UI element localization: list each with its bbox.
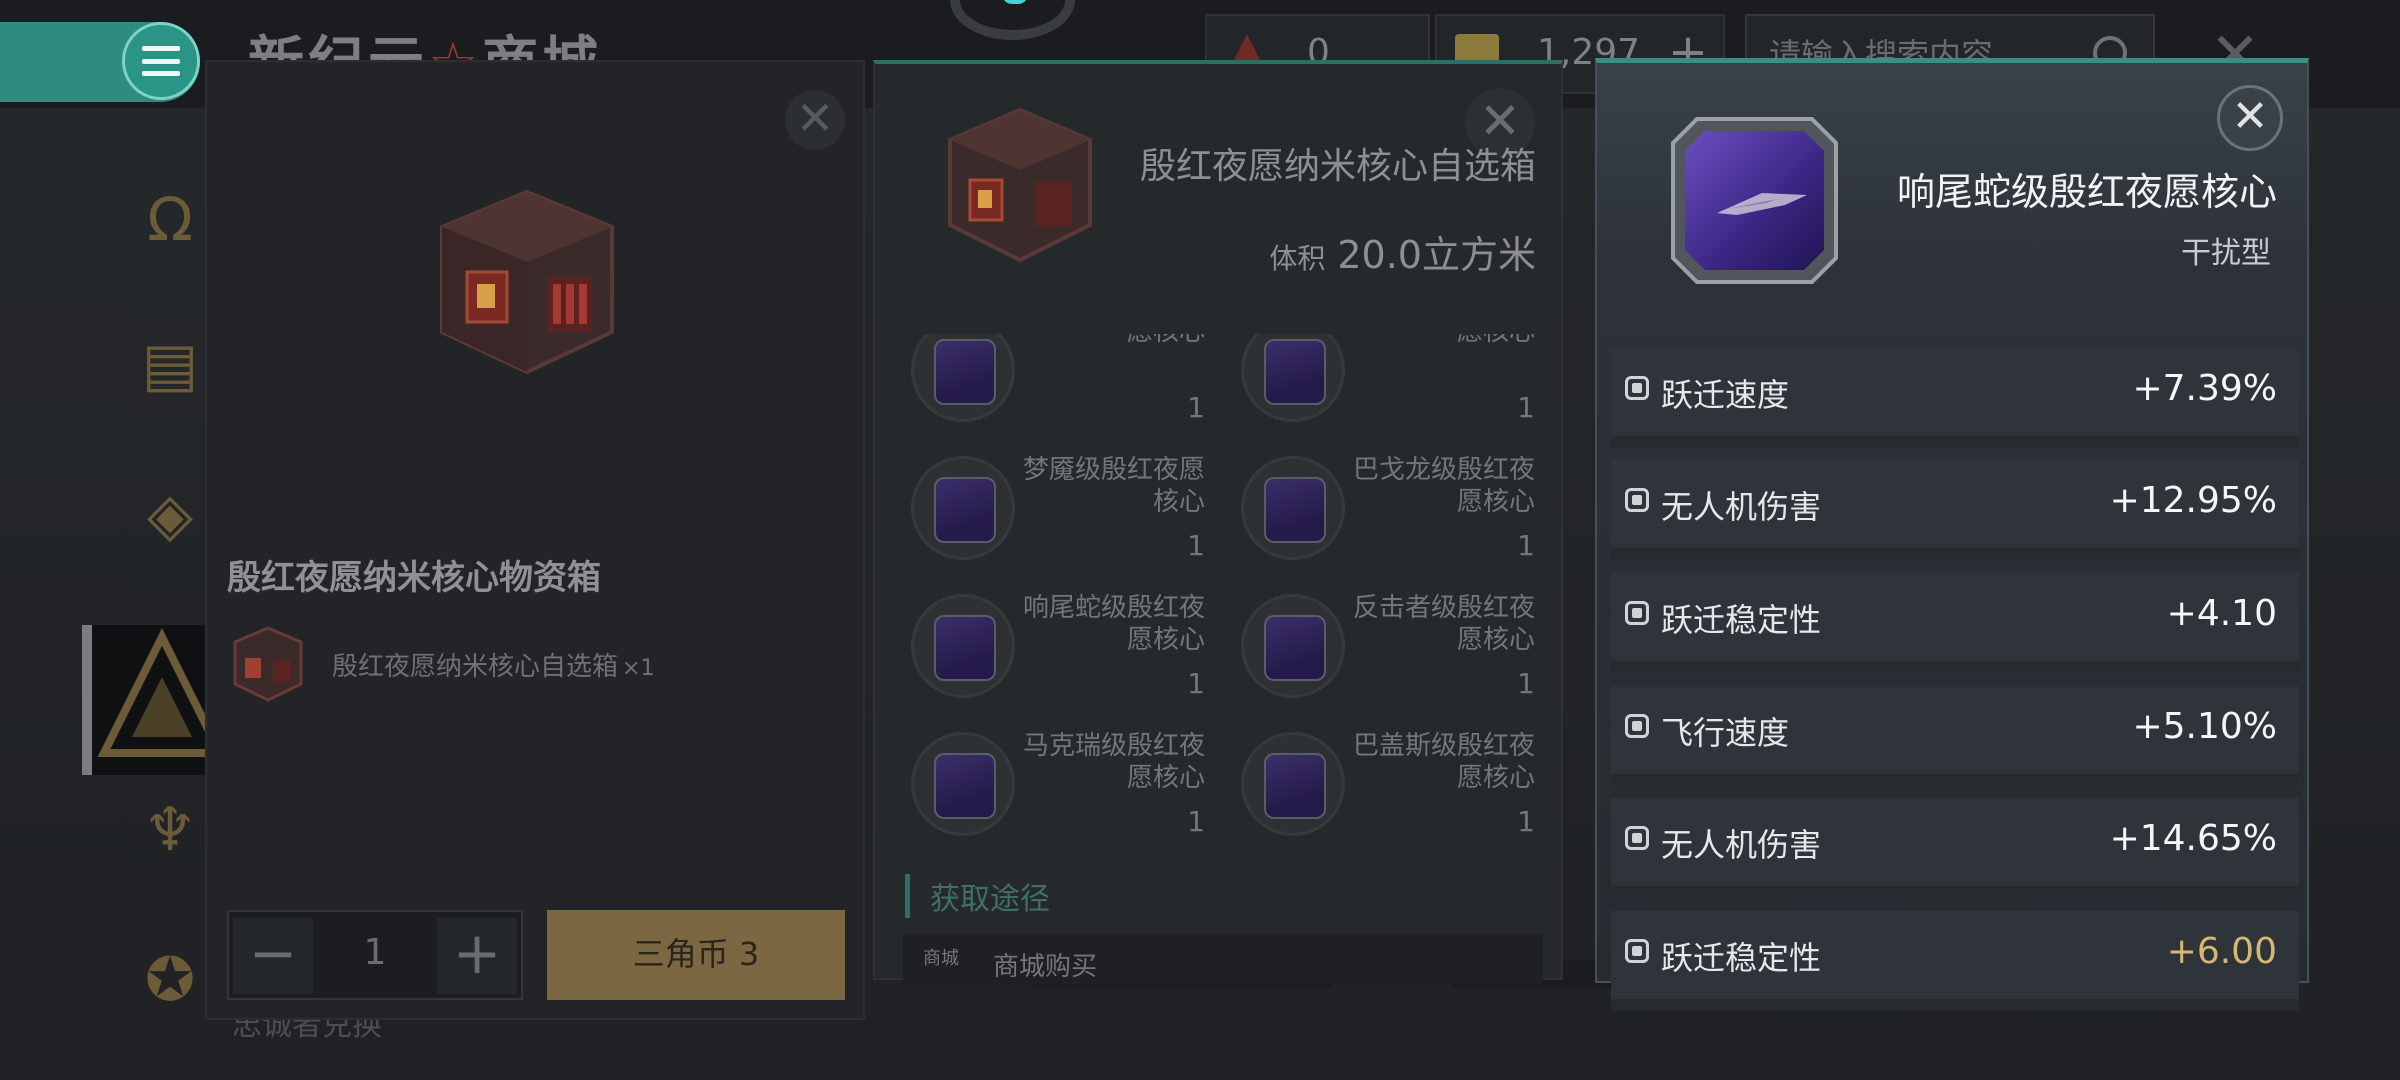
choice-count: 1 — [1187, 805, 1205, 838]
side-nav: Ω ▤ ◈ ♆ ✪ — [80, 130, 220, 1080]
acquire-row[interactable]: 商城 商城购买 — [903, 934, 1543, 984]
core-slot-icon — [1241, 732, 1345, 836]
stat-label: 无人机伤害 — [1661, 488, 1822, 526]
core-type: 干扰型 — [2181, 236, 2271, 271]
crate-thumbnail-icon — [233, 626, 303, 702]
stat-bullet-icon — [1625, 376, 1649, 400]
choice-item[interactable]: 马克瑞级殷红夜愿核心 1 — [895, 718, 1215, 846]
stat-value: +5.10% — [2132, 706, 2277, 747]
choice-name: 梦魇级殷红夜愿核心 — [1022, 455, 1205, 517]
stat-label: 无人机伤害 — [1661, 826, 1822, 864]
item-name: 殷红夜愿纳米核心物资箱 — [227, 558, 601, 598]
core-slot-icon — [911, 456, 1015, 560]
choice-name: 愿核心 — [1345, 334, 1535, 348]
choice-item[interactable]: 愿核心 1 — [895, 334, 1215, 432]
core-slot-icon — [911, 334, 1015, 422]
contents-qty: ×1 — [622, 656, 655, 681]
stat-label: 飞行速度 — [1661, 714, 1790, 752]
stat-row: 无人机伤害 +12.95% — [1611, 460, 2299, 560]
core-slot-icon — [1241, 456, 1345, 560]
core-name: 响尾蛇级殷红夜愿核心 — [1896, 170, 2277, 214]
core-detail-panel: ✕ 响尾蛇级殷红夜愿核心 干扰型 跃迁速度 +7.39% 无人机伤害 +12.9… — [1595, 58, 2309, 1011]
shop-badge-icon: 商城 — [923, 948, 959, 969]
choice-count: 1 — [1517, 667, 1535, 700]
stat-row: 跃迁速度 +7.39% — [1611, 348, 2299, 448]
choice-count: 1 — [1187, 391, 1205, 424]
top-ring-indicator[interactable] — [950, 0, 1075, 40]
supply-crate-image — [417, 172, 637, 392]
core-slot-icon — [1241, 594, 1345, 698]
stat-value: +7.39% — [2132, 368, 2277, 409]
core-image — [1671, 117, 1838, 284]
menu-icon — [142, 46, 180, 76]
stat-bullet-icon — [1625, 714, 1649, 738]
quantity-value[interactable]: 1 — [325, 932, 425, 973]
item-contents-row: 殷红夜愿纳米核心自选箱 ×1 — [227, 622, 827, 712]
choice-name: 愿核心 — [1015, 334, 1205, 348]
contents-name: 殷红夜愿纳米核心自选箱 — [332, 652, 619, 682]
stat-value: +14.65% — [2109, 818, 2277, 859]
item-box-panel: ✕ 殷红夜愿纳米核心物资箱 殷红夜愿纳米核心自选箱 ×1 − 1 + 三角币 3 — [205, 60, 865, 1020]
acquire-item-label: 商城购买 — [993, 952, 1098, 982]
stat-bullet-icon — [1625, 488, 1649, 512]
choice-item[interactable]: 巴盖斯级殷红夜愿核心 1 — [1225, 718, 1545, 846]
close-icon[interactable]: ✕ — [2217, 85, 2283, 151]
choice-count: 1 — [1517, 529, 1535, 562]
choice-item[interactable]: 响尾蛇级殷红夜愿核心 1 — [895, 580, 1215, 708]
stat-bullet-icon — [1625, 601, 1649, 625]
choice-item[interactable]: 反击者级殷红夜愿核心 1 — [1225, 580, 1545, 708]
choice-item[interactable]: 梦魇级殷红夜愿核心 1 — [895, 442, 1215, 570]
menu-button[interactable] — [122, 22, 200, 100]
core-slot-icon — [1241, 334, 1345, 422]
buy-button[interactable]: 三角币 3 — [547, 910, 845, 1000]
stat-row: 无人机伤害 +14.65% — [1611, 798, 2299, 898]
selection-volume: 体积 20.0立方米 — [1269, 224, 1536, 279]
stat-label: 跃迁速度 — [1661, 376, 1790, 414]
quantity-stepper: − 1 + — [227, 910, 523, 1000]
choice-name: 响尾蛇级殷红夜愿核心 — [1022, 593, 1205, 655]
selection-title: 殷红夜愿纳米核心自选箱 — [1139, 146, 1536, 187]
choice-name: 巴戈龙级殷红夜愿核心 — [1352, 455, 1535, 517]
stat-bullet-icon — [1625, 826, 1649, 850]
stat-row: 飞行速度 +5.10% — [1611, 686, 2299, 786]
minus-button[interactable]: − — [233, 918, 313, 994]
item-contents-label: 殷红夜愿纳米核心自选箱 ×1 — [332, 646, 654, 683]
choice-name: 巴盖斯级殷红夜愿核心 — [1352, 731, 1535, 793]
stat-value: +4.10 — [2166, 593, 2277, 634]
selection-box-panel: ✕ 殷红夜愿纳米核心自选箱 体积20.0立方米 愿核心 1 愿核心 1 梦魇级殷… — [873, 60, 1563, 984]
stat-bullet-icon — [1625, 939, 1649, 963]
core-slot-icon — [911, 732, 1015, 836]
volume-label: 体积 — [1269, 242, 1326, 275]
volume-value: 20.0立方米 — [1337, 233, 1536, 277]
selection-crate-image — [948, 107, 1092, 263]
choice-count: 1 — [1187, 529, 1205, 562]
stat-label: 跃迁稳定性 — [1661, 601, 1822, 639]
stat-row-highlight: 跃迁稳定性 +6.00 — [1611, 911, 2299, 1011]
stat-row: 跃迁稳定性 +4.10 — [1611, 573, 2299, 673]
stat-value: +6.00 — [2166, 931, 2277, 972]
choice-item[interactable]: 愿核心 1 — [1225, 334, 1545, 432]
stat-value: +12.95% — [2109, 480, 2277, 521]
choice-name: 反击者级殷红夜愿核心 — [1352, 593, 1535, 655]
choice-name: 马克瑞级殷红夜愿核心 — [1022, 731, 1205, 793]
stat-label: 跃迁稳定性 — [1661, 939, 1822, 977]
acquire-title: 获取途径 — [905, 874, 1050, 918]
choice-count: 1 — [1187, 667, 1205, 700]
core-slot-icon — [911, 594, 1015, 698]
choice-count: 1 — [1517, 805, 1535, 838]
close-icon[interactable]: ✕ — [785, 90, 845, 150]
choice-item[interactable]: 巴戈龙级殷红夜愿核心 1 — [1225, 442, 1545, 570]
choice-count: 1 — [1517, 391, 1535, 424]
choice-grid: 愿核心 1 愿核心 1 梦魇级殷红夜愿核心 1 巴戈龙级殷红夜愿核心 1 响尾蛇… — [895, 334, 1545, 894]
plus-button[interactable]: + — [437, 918, 517, 994]
